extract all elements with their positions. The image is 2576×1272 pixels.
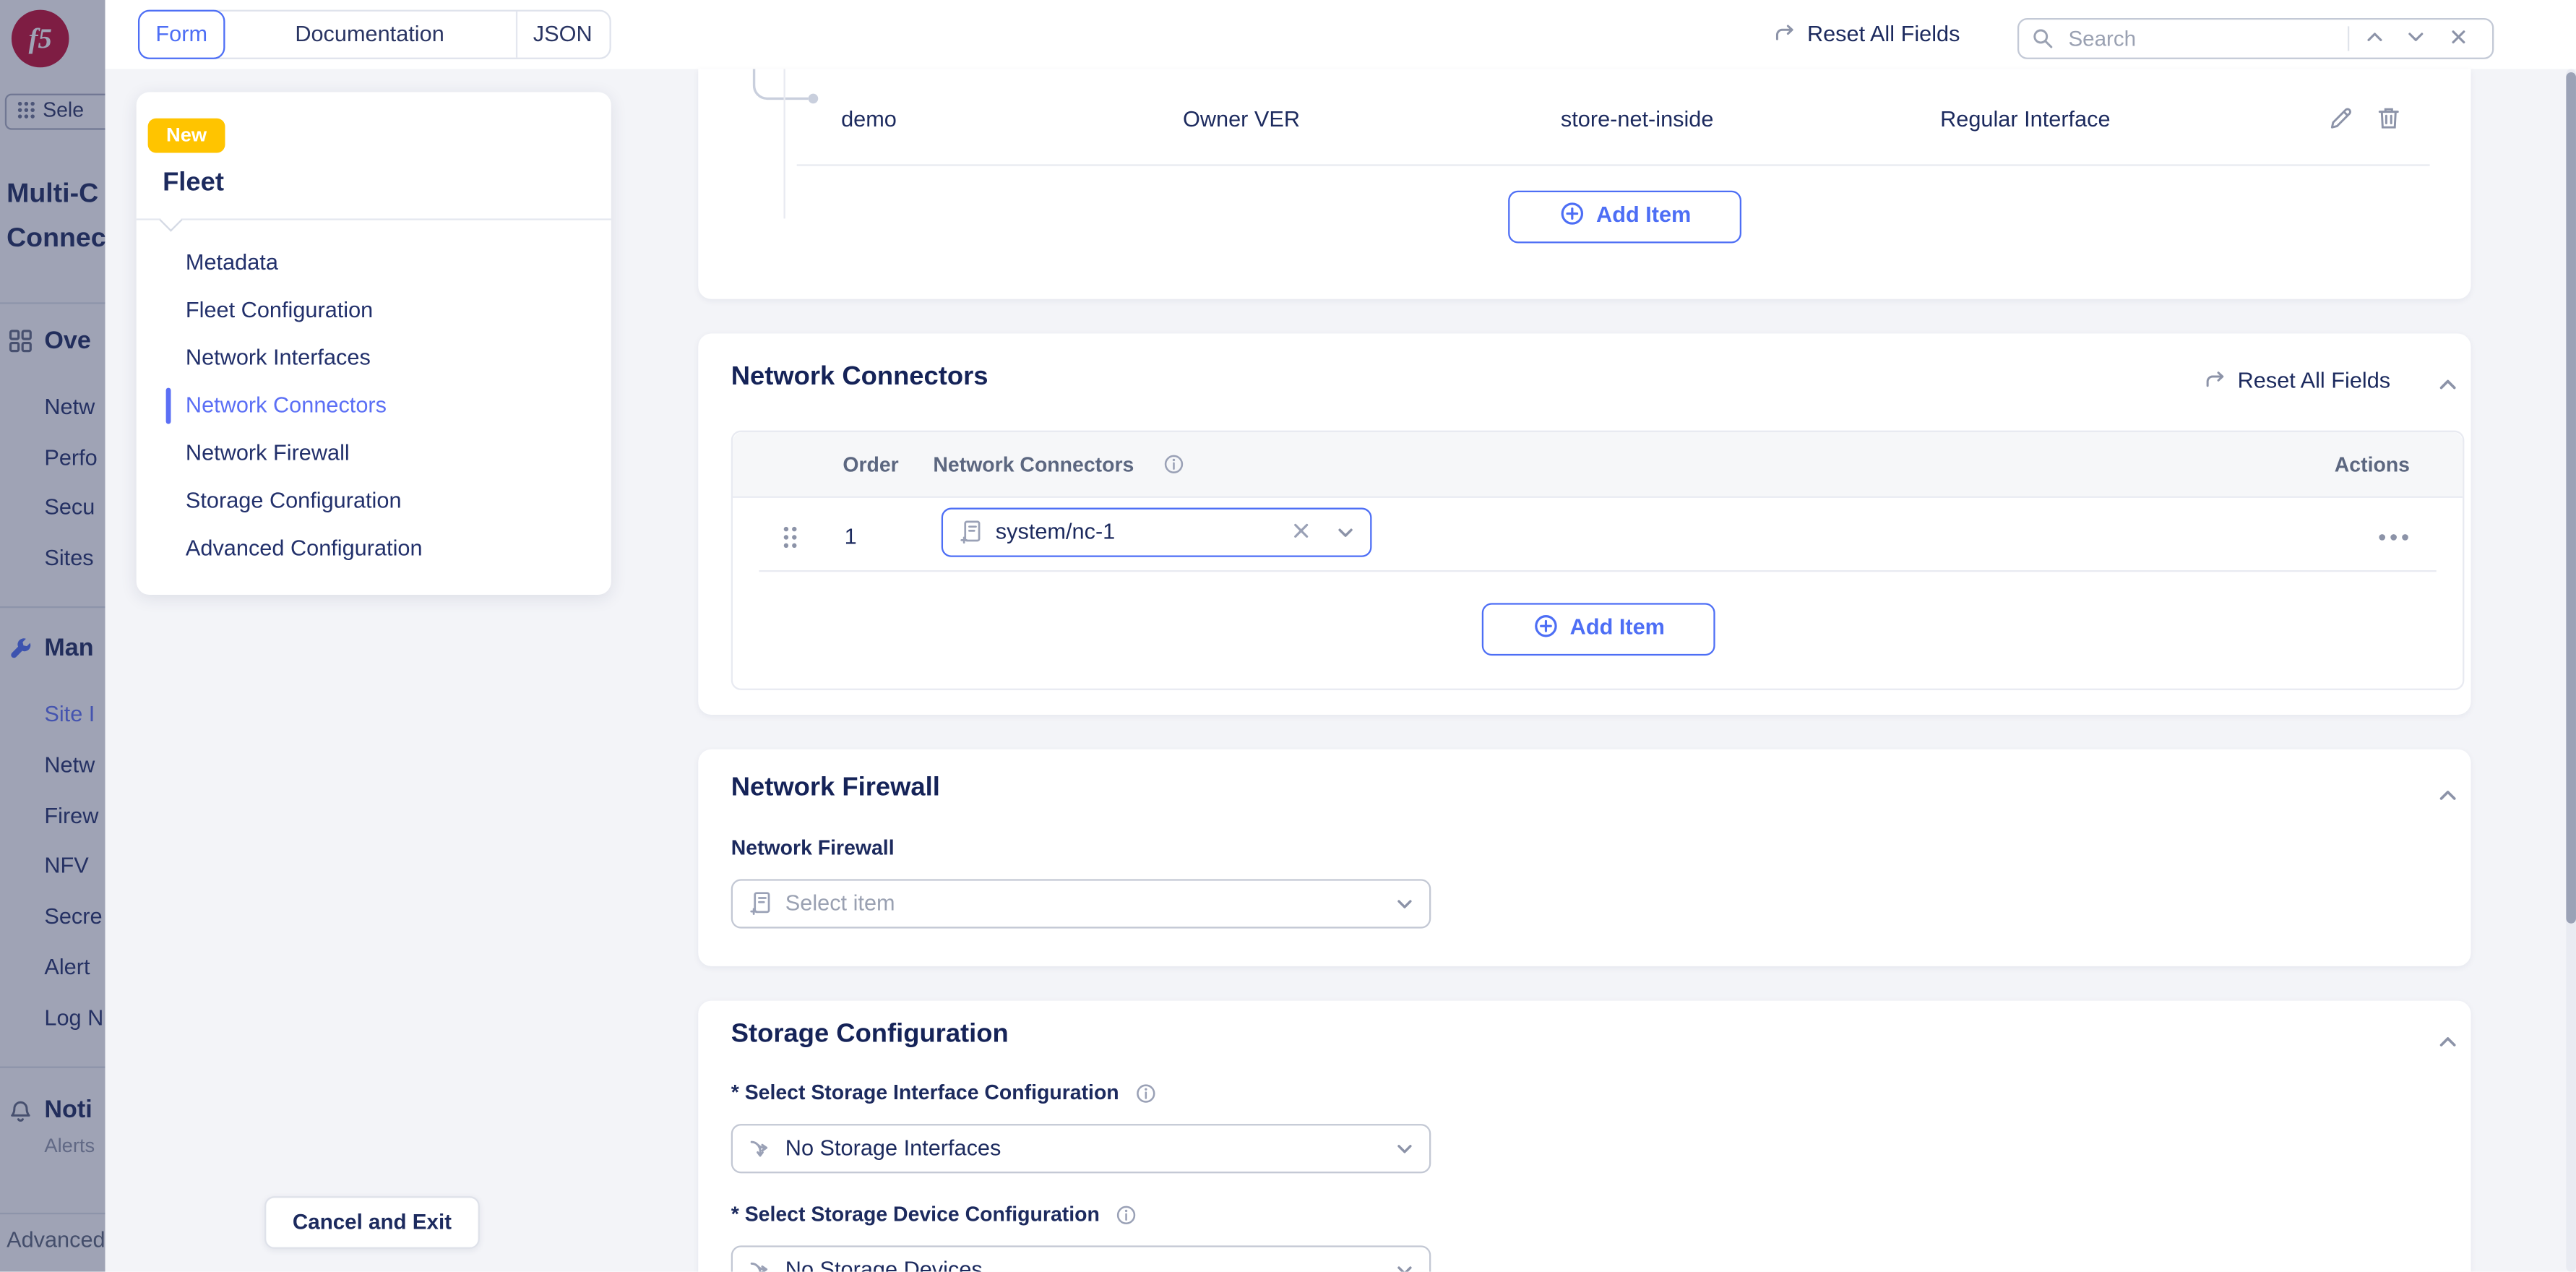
search-prev-icon[interactable] [2364,26,2386,48]
fleet-nav-metadata[interactable]: Metadata [186,246,278,279]
modal-dim-overlay [0,0,105,1272]
fleet-nav-storage-configuration[interactable]: Storage Configuration [186,485,402,517]
add-item-button-interfaces[interactable]: Add Item [1508,190,1742,244]
fleet-panel-title: Fleet [163,169,224,197]
chevron-down-icon[interactable] [1335,523,1355,542]
section-title-network-firewall: Network Firewall [731,773,940,802]
connector-select-value: system/nc-1 [995,519,1116,544]
reset-all-fields-top[interactable]: Reset All Fields [1771,22,1960,46]
info-icon[interactable] [1134,1083,1156,1104]
add-item-label: Add Item [1596,202,1692,227]
reset-icon [1775,25,1793,40]
row-cell-owner: Owner VER [1182,106,1301,132]
row-cell-network: store-net-inside [1560,106,1714,132]
network-firewall-placeholder: Select item [785,890,895,916]
active-item-bar [165,387,171,424]
search-separator [2347,26,2350,51]
fleet-nav-network-firewall[interactable]: Network Firewall [186,437,350,470]
connectors-table: Order Network Connectors Actions 1 syste… [731,430,2465,690]
column-header-order: Order [843,453,899,477]
screen: f5 Sele Multi-C Connec Ove Netw Perfo Se… [0,0,2576,1272]
collapse-section-icon[interactable] [2437,373,2460,396]
branch-choice-icon [750,1140,768,1157]
storage-device-select[interactable]: No Storage Devices [731,1245,1431,1272]
tab-json[interactable]: JSON [516,12,610,58]
collapse-notch-icon[interactable] [159,208,183,232]
scrollbar-thumb[interactable] [2566,72,2576,924]
circle-plus-icon [1534,615,1556,637]
storage-interface-select[interactable]: No Storage Interfaces [731,1124,1431,1174]
search-input[interactable] [2064,21,2335,56]
fleet-nav-panel: New Fleet Metadata Fleet Configuration N… [136,92,611,596]
add-item-label: Add Item [1569,614,1665,640]
reset-all-fields-connectors[interactable]: Reset All Fields [2202,368,2391,393]
column-header-network-connectors: Network Connectors [933,453,1134,477]
select-item-icon [960,520,981,544]
fleet-editor-modal: Form Documentation JSON Reset All Fields [105,0,2576,1272]
reset-all-fields-label: Reset All Fields [2237,368,2391,393]
search-next-icon[interactable] [2405,26,2427,48]
tab-documentation[interactable]: Documentation [223,12,516,58]
row-divider [796,164,2430,166]
circle-plus-icon [1560,202,1583,225]
row-order-value: 1 [844,524,857,549]
chevron-down-icon[interactable] [1395,1260,1414,1272]
network-firewall-card: Network Firewall Network Firewall Select… [698,749,2471,966]
branch-choice-icon [750,1262,768,1272]
column-separator [783,69,785,219]
field-label-network-firewall: Network Firewall [731,836,895,860]
section-title-storage-configuration: Storage Configuration [731,1020,1009,1049]
section-title-network-connectors: Network Connectors [731,363,988,392]
storage-device-label-text: * Select Storage Device Configuration [731,1203,1100,1226]
row-cell-name: demo [841,106,897,132]
fleet-nav-network-interfaces[interactable]: Network Interfaces [186,342,371,374]
search-close-icon[interactable] [2448,26,2470,48]
drag-handle-icon[interactable] [780,524,800,550]
chevron-down-icon[interactable] [1395,894,1414,914]
fleet-nav-advanced-configuration[interactable]: Advanced Configuration [186,533,423,565]
collapse-section-icon[interactable] [2437,1031,2460,1054]
tab-form[interactable]: Form [137,9,225,59]
network-connectors-card: Network Connectors Reset All Fields Orde… [698,333,2471,716]
fleet-nav-network-connectors[interactable]: Network Connectors [186,390,387,422]
view-tab-group: Form Documentation JSON [137,9,611,59]
storage-device-value: No Storage Devices [785,1257,983,1272]
fleet-panel-divider [136,218,611,220]
tree-elbow-connector [752,69,819,104]
clear-icon[interactable] [1291,521,1311,541]
network-firewall-select[interactable]: Select item [731,879,1431,929]
chevron-down-icon[interactable] [1395,1139,1414,1159]
info-icon[interactable] [1163,454,1185,476]
connector-select[interactable]: system/nc-1 [941,507,1372,557]
modal-topbar: Form Documentation JSON Reset All Fields [105,0,2576,69]
connectors-table-header: Order Network Connectors Actions [733,431,2463,498]
search-icon [2033,29,2053,48]
app-sidebar: f5 Sele Multi-C Connec Ove Netw Perfo Se… [0,0,105,1272]
row-divider [759,570,2437,572]
cancel-and-exit-button[interactable]: Cancel and Exit [264,1196,480,1249]
row-cell-interface-type: Regular Interface [1940,106,2111,132]
search-box [2017,18,2494,59]
delete-icon[interactable] [2376,106,2402,132]
info-icon[interactable] [1115,1205,1137,1226]
edit-icon[interactable] [2328,106,2354,132]
reset-all-fields-label: Reset All Fields [1806,21,1960,46]
fleet-nav-fleet-configuration[interactable]: Fleet Configuration [186,294,373,327]
storage-interface-value: No Storage Interfaces [785,1135,1001,1161]
field-label-storage-device: * Select Storage Device Configuration [731,1203,1137,1226]
add-item-button-connectors[interactable]: Add Item [1481,603,1715,656]
reset-icon [2206,371,2224,387]
storage-configuration-card: Storage Configuration * Select Storage I… [698,1000,2471,1272]
storage-interface-label-text: * Select Storage Interface Configuration [731,1081,1119,1104]
field-label-storage-interface: * Select Storage Interface Configuration [731,1081,1156,1104]
collapse-section-icon[interactable] [2437,784,2460,807]
select-item-icon [750,892,770,915]
new-badge: New [147,118,225,153]
column-header-actions: Actions [2334,453,2411,477]
network-interfaces-card: demo Owner VER store-net-inside Regular … [698,69,2471,299]
row-actions-menu-icon[interactable] [2376,530,2412,543]
